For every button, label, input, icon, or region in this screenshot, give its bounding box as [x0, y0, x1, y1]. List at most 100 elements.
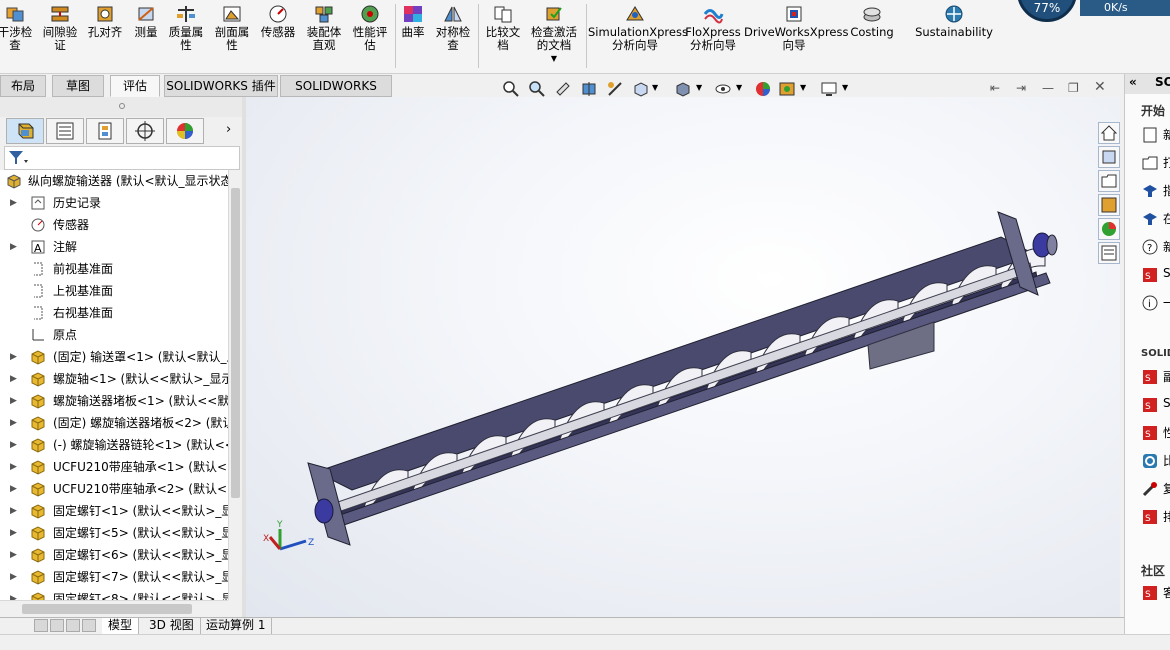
scrollbar-thumb[interactable] [22, 604, 192, 614]
close-icon[interactable]: ✕ [1094, 79, 1106, 95]
task-pane-link[interactable]: 复 [1141, 478, 1170, 500]
task-pane-link[interactable]: 比 [1141, 450, 1170, 472]
tab-solidworks-addins[interactable]: SOLIDWORKS 插件 [164, 75, 278, 97]
tree-item[interactable]: 传感器 [0, 214, 228, 236]
sustainability-button[interactable]: Sustainability [912, 4, 996, 39]
assembly-visualization-button[interactable]: 装配体直观 [302, 4, 346, 52]
interference-check-button[interactable]: 干涉检查 [0, 4, 34, 52]
tree-item[interactable]: ▶ UCFU210带座轴承<2> (默认<<默认>_显示状态 1>) [0, 478, 228, 500]
edit-appearance-icon[interactable] [754, 80, 772, 98]
dropdown-arrow-icon[interactable]: ▼ [696, 83, 702, 92]
symmetry-check-button[interactable]: 对称检查 [432, 4, 474, 52]
expand-arrow-icon[interactable]: ▶ [10, 478, 17, 500]
tree-item[interactable]: ▶ UCFU210带座轴承<1> (默认<<默认>_显示状态 1>) [0, 456, 228, 478]
task-pane-link[interactable]: S副 [1141, 366, 1170, 388]
nav-next-button[interactable] [66, 619, 80, 632]
floxpress-button[interactable]: FloXpress 分析向导 [684, 4, 742, 52]
expand-arrow-icon[interactable]: ▶ [10, 588, 17, 600]
clearance-verification-button[interactable]: 间隙验证 [40, 4, 80, 52]
tab-solidworks-mbd[interactable]: SOLIDWORKS MBD [280, 75, 392, 113]
task-pane-link[interactable]: S性 [1141, 422, 1170, 444]
task-pane-link[interactable]: 新 [1141, 124, 1170, 146]
tab-motion-study-1[interactable]: 运动算例 1 [200, 618, 273, 634]
tree-item[interactable]: 右视基准面 [0, 302, 228, 324]
tree-item[interactable]: 前视基准面 [0, 258, 228, 280]
tab-sketch[interactable]: 草图 [52, 75, 104, 97]
tree-filter[interactable] [4, 146, 240, 170]
tab-view-palette[interactable] [1098, 194, 1120, 216]
tree-item[interactable]: ▶ 螺旋输送器堵板<1> (默认<<默认>_显示状态 1>) [0, 390, 228, 412]
expand-arrow-icon[interactable]: ▶ [10, 412, 17, 434]
tree-item[interactable]: ▶ A 注解 [0, 236, 228, 258]
expand-arrow-icon[interactable]: ▶ [10, 434, 17, 456]
tab-display-manager[interactable] [166, 118, 204, 144]
expand-arrow-icon[interactable]: ▶ [10, 390, 17, 412]
dynamic-annotation-icon[interactable] [606, 80, 624, 98]
previous-view-icon[interactable] [554, 80, 572, 98]
tree-item[interactable]: ▶ 固定螺钉<6> (默认<<默认>_显示状态 1>) [0, 544, 228, 566]
check-active-document-button[interactable]: 检查激活的文档 ▼ [526, 4, 582, 65]
tab-property-manager[interactable] [46, 118, 84, 144]
costing-button[interactable]: Costing [846, 4, 898, 39]
task-pane-link[interactable]: SS [1141, 394, 1170, 416]
tree-item[interactable]: ▶ 固定螺钉<8> (默认<<默认>_显示状态 1>) [0, 588, 228, 600]
tab-file-explorer[interactable] [1098, 170, 1120, 192]
task-pane-link[interactable]: 在 [1141, 208, 1170, 230]
tab-configuration-manager[interactable] [86, 118, 124, 144]
graphics-viewport[interactable]: Z Y X [246, 97, 1120, 617]
nav-first-button[interactable] [34, 619, 48, 632]
tree-item[interactable]: ▶ 固定螺钉<1> (默认<<默认>_显示状态 1>) [0, 500, 228, 522]
scrollbar-thumb[interactable] [231, 188, 240, 498]
expand-arrow-icon[interactable]: ▶ [10, 566, 17, 588]
tree-item[interactable]: ▶ 固定螺钉<7> (默认<<默认>_显示状态 1>) [0, 566, 228, 588]
driveworksxpress-button[interactable]: DriveWorksXpress 向导 [744, 4, 848, 52]
dropdown-arrow-icon[interactable]: ▼ [526, 52, 582, 65]
panel-grip-handle[interactable] [119, 103, 125, 109]
tab-model[interactable]: 模型 [102, 618, 140, 634]
tree-horizontal-scrollbar[interactable] [0, 600, 228, 616]
zoom-to-area-icon[interactable] [528, 80, 546, 98]
tab-dimxpert-manager[interactable] [126, 118, 164, 144]
tree-vertical-scrollbar[interactable] [228, 170, 242, 600]
expand-arrow-icon[interactable]: ▶ [10, 192, 17, 214]
hide-show-items-icon[interactable] [714, 80, 732, 98]
dropdown-arrow-icon[interactable]: ▼ [736, 83, 742, 92]
zoom-to-fit-icon[interactable] [502, 80, 520, 98]
expand-arrow-icon[interactable]: ▶ [10, 236, 17, 258]
tree-item[interactable]: ▶ (-) 螺旋输送器链轮<1> (默认<<默认>_显示状态 1>) [0, 434, 228, 456]
minimize-icon[interactable]: — [1042, 81, 1054, 95]
tree-item[interactable]: ▶ 固定螺钉<5> (默认<<默认>_显示状态 1>) [0, 522, 228, 544]
task-pane-link[interactable]: S客 [1141, 582, 1170, 604]
sensor-button[interactable]: 传感器 [258, 4, 298, 39]
simulationxpress-button[interactable]: SimulationXpress 分析向导 [588, 4, 688, 52]
tab-design-library[interactable] [1098, 146, 1120, 168]
tab-solidworks-resources[interactable] [1098, 122, 1120, 144]
curvature-button[interactable]: 曲率 [398, 4, 428, 39]
compare-documents-button[interactable]: 比较文档 [482, 4, 524, 52]
expand-arrow-icon[interactable]: ▶ [10, 522, 17, 544]
section-view-icon[interactable] [580, 80, 598, 98]
view-orientation-icon[interactable] [632, 80, 650, 98]
window-previous-icon[interactable]: ⇤ [990, 81, 1000, 95]
task-pane-link[interactable]: 打 [1141, 152, 1170, 174]
task-pane-link[interactable]: ?新 [1141, 236, 1170, 258]
tree-item[interactable]: 原点 [0, 324, 228, 346]
apply-scene-icon[interactable] [778, 80, 796, 98]
restore-icon[interactable]: ❐ [1068, 81, 1079, 95]
tab-layout[interactable]: 布局 [0, 75, 46, 97]
tab-appearances[interactable] [1098, 218, 1120, 240]
chevron-right-icon[interactable]: › [226, 122, 231, 137]
performance-evaluation-button[interactable]: 性能评估 [348, 4, 392, 52]
nav-last-button[interactable] [82, 619, 96, 632]
tab-evaluate[interactable]: 评估 [110, 75, 160, 97]
tab-3d-view[interactable]: 3D 视图 [143, 618, 201, 634]
dropdown-arrow-icon[interactable]: ▼ [800, 83, 806, 92]
task-pane-link[interactable]: SS [1141, 264, 1170, 286]
hole-alignment-button[interactable]: 孔对齐 [84, 4, 126, 39]
tree-item[interactable]: ▶ 历史记录 [0, 192, 228, 214]
task-pane-link[interactable]: i一 [1141, 292, 1170, 314]
nav-prev-button[interactable] [50, 619, 64, 632]
expand-arrow-icon[interactable]: ▶ [10, 456, 17, 478]
filter-icon[interactable] [5, 147, 29, 169]
tab-custom-properties[interactable] [1098, 242, 1120, 264]
